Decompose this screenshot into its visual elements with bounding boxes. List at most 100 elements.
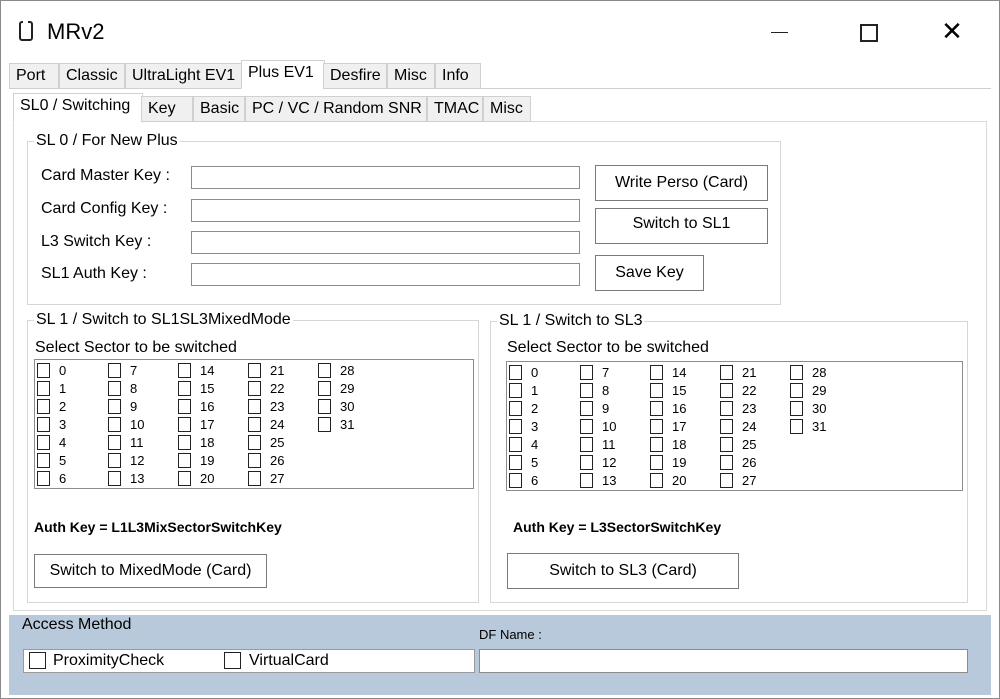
sl3-sector-27-checkbox[interactable]: 27 <box>720 473 756 491</box>
checkbox-box[interactable] <box>108 363 121 378</box>
checkbox-box[interactable] <box>720 401 733 416</box>
tab-misc[interactable]: Misc <box>387 63 435 89</box>
tab-info[interactable]: Info <box>435 63 481 89</box>
checkbox-box[interactable] <box>178 453 191 468</box>
checkbox-box[interactable] <box>580 365 593 380</box>
mixed-sector-11-checkbox[interactable]: 11 <box>108 435 144 453</box>
checkbox-box[interactable] <box>720 383 733 398</box>
card-config-key-input[interactable] <box>191 199 580 222</box>
checkbox-box[interactable] <box>178 399 191 414</box>
sl3-sector-30-checkbox[interactable]: 30 <box>790 401 826 419</box>
checkbox-box[interactable] <box>37 363 50 378</box>
mixed-sector-0-checkbox[interactable]: 0 <box>37 363 66 381</box>
mixed-sector-30-checkbox[interactable]: 30 <box>318 399 354 417</box>
l3-switch-key-input[interactable] <box>191 231 580 254</box>
mixed-sector-1-checkbox[interactable]: 1 <box>37 381 66 399</box>
mixed-sector-8-checkbox[interactable]: 8 <box>108 381 137 399</box>
sl3-sector-7-checkbox[interactable]: 7 <box>580 365 609 383</box>
mixed-sector-3-checkbox[interactable]: 3 <box>37 417 66 435</box>
sl3-sector-19-checkbox[interactable]: 19 <box>650 455 686 473</box>
sl3-sector-10-checkbox[interactable]: 10 <box>580 419 616 437</box>
mixed-sector-17-checkbox[interactable]: 17 <box>178 417 214 435</box>
tab-sl0-switching[interactable]: SL0 / Switching <box>13 93 143 123</box>
mixed-sector-6-checkbox[interactable]: 6 <box>37 471 66 489</box>
sl3-sector-6-checkbox[interactable]: 6 <box>509 473 538 491</box>
sl3-sector-11-checkbox[interactable]: 11 <box>580 437 616 455</box>
sl3-sector-14-checkbox[interactable]: 14 <box>650 365 686 383</box>
checkbox-box[interactable] <box>37 399 50 414</box>
sl3-sector-23-checkbox[interactable]: 23 <box>720 401 756 419</box>
checkbox-box[interactable] <box>650 437 663 452</box>
mixed-sector-31-checkbox[interactable]: 31 <box>318 417 354 435</box>
sl3-sector-2-checkbox[interactable]: 2 <box>509 401 538 419</box>
mixed-sector-29-checkbox[interactable]: 29 <box>318 381 354 399</box>
checkbox-box[interactable] <box>248 399 261 414</box>
checkbox-box[interactable] <box>318 417 331 432</box>
switch-to-mixedmode-button[interactable]: Switch to MixedMode (Card) <box>34 554 267 588</box>
mixed-sector-19-checkbox[interactable]: 19 <box>178 453 214 471</box>
mixed-sector-27-checkbox[interactable]: 27 <box>248 471 284 489</box>
checkbox-box[interactable] <box>178 471 191 486</box>
mixed-sector-9-checkbox[interactable]: 9 <box>108 399 137 417</box>
checkbox-box[interactable] <box>318 399 331 414</box>
checkbox-box[interactable] <box>248 435 261 450</box>
checkbox-box[interactable] <box>108 471 121 486</box>
sl3-sector-17-checkbox[interactable]: 17 <box>650 419 686 437</box>
checkbox-box[interactable] <box>720 419 733 434</box>
close-button[interactable]: ✕ <box>929 15 975 49</box>
sl3-sector-15-checkbox[interactable]: 15 <box>650 383 686 401</box>
proximity-check-checkbox[interactable] <box>29 652 46 669</box>
mixed-sector-7-checkbox[interactable]: 7 <box>108 363 137 381</box>
tab-basic[interactable]: Basic <box>193 96 245 122</box>
checkbox-box[interactable] <box>178 417 191 432</box>
checkbox-box[interactable] <box>580 401 593 416</box>
mixed-sector-20-checkbox[interactable]: 20 <box>178 471 214 489</box>
checkbox-box[interactable] <box>650 419 663 434</box>
checkbox-box[interactable] <box>580 455 593 470</box>
sl3-sector-3-checkbox[interactable]: 3 <box>509 419 538 437</box>
tab-misc-sub[interactable]: Misc <box>483 96 531 122</box>
sl1-mixed-sector-list[interactable]: 0 1 2 3 4 5 6 7 8 9 10 11 12 13 14 15 16 17 18 19 20 21 22 23 24… <box>34 359 474 489</box>
mixed-sector-10-checkbox[interactable]: 10 <box>108 417 144 435</box>
sl3-sector-5-checkbox[interactable]: 5 <box>509 455 538 473</box>
tab-key[interactable]: Key <box>141 96 193 122</box>
checkbox-box[interactable] <box>108 417 121 432</box>
sl1-sl3-sector-list[interactable]: 0 1 2 3 4 5 6 7 8 9 10 11 12 13 14 15 16 17 18 19 20 21 22 23 24… <box>506 361 963 491</box>
mixed-sector-16-checkbox[interactable]: 16 <box>178 399 214 417</box>
save-key-button[interactable]: Save Key <box>595 255 704 291</box>
checkbox-box[interactable] <box>509 419 522 434</box>
sl3-sector-4-checkbox[interactable]: 4 <box>509 437 538 455</box>
checkbox-box[interactable] <box>580 383 593 398</box>
checkbox-box[interactable] <box>720 365 733 380</box>
checkbox-box[interactable] <box>650 455 663 470</box>
sl3-sector-0-checkbox[interactable]: 0 <box>509 365 538 383</box>
mixed-sector-22-checkbox[interactable]: 22 <box>248 381 284 399</box>
checkbox-box[interactable] <box>108 381 121 396</box>
mixed-sector-23-checkbox[interactable]: 23 <box>248 399 284 417</box>
mixed-sector-4-checkbox[interactable]: 4 <box>37 435 66 453</box>
checkbox-box[interactable] <box>580 419 593 434</box>
sl3-sector-20-checkbox[interactable]: 20 <box>650 473 686 491</box>
checkbox-box[interactable] <box>248 453 261 468</box>
mixed-sector-25-checkbox[interactable]: 25 <box>248 435 284 453</box>
checkbox-box[interactable] <box>580 437 593 452</box>
mixed-sector-5-checkbox[interactable]: 5 <box>37 453 66 471</box>
checkbox-box[interactable] <box>509 455 522 470</box>
tab-ultralight-ev1[interactable]: UltraLight EV1 <box>125 63 245 89</box>
checkbox-box[interactable] <box>37 471 50 486</box>
sl1-auth-key-input[interactable] <box>191 263 580 286</box>
checkbox-box[interactable] <box>509 365 522 380</box>
checkbox-box[interactable] <box>318 363 331 378</box>
mixed-sector-18-checkbox[interactable]: 18 <box>178 435 214 453</box>
sl3-sector-13-checkbox[interactable]: 13 <box>580 473 616 491</box>
mixed-sector-26-checkbox[interactable]: 26 <box>248 453 284 471</box>
checkbox-box[interactable] <box>108 453 121 468</box>
checkbox-box[interactable] <box>37 453 50 468</box>
checkbox-box[interactable] <box>650 365 663 380</box>
write-perso-button[interactable]: Write Perso (Card) <box>595 165 768 201</box>
checkbox-box[interactable] <box>720 473 733 488</box>
mixed-sector-21-checkbox[interactable]: 21 <box>248 363 284 381</box>
mixed-sector-28-checkbox[interactable]: 28 <box>318 363 354 381</box>
checkbox-box[interactable] <box>509 401 522 416</box>
checkbox-box[interactable] <box>720 437 733 452</box>
